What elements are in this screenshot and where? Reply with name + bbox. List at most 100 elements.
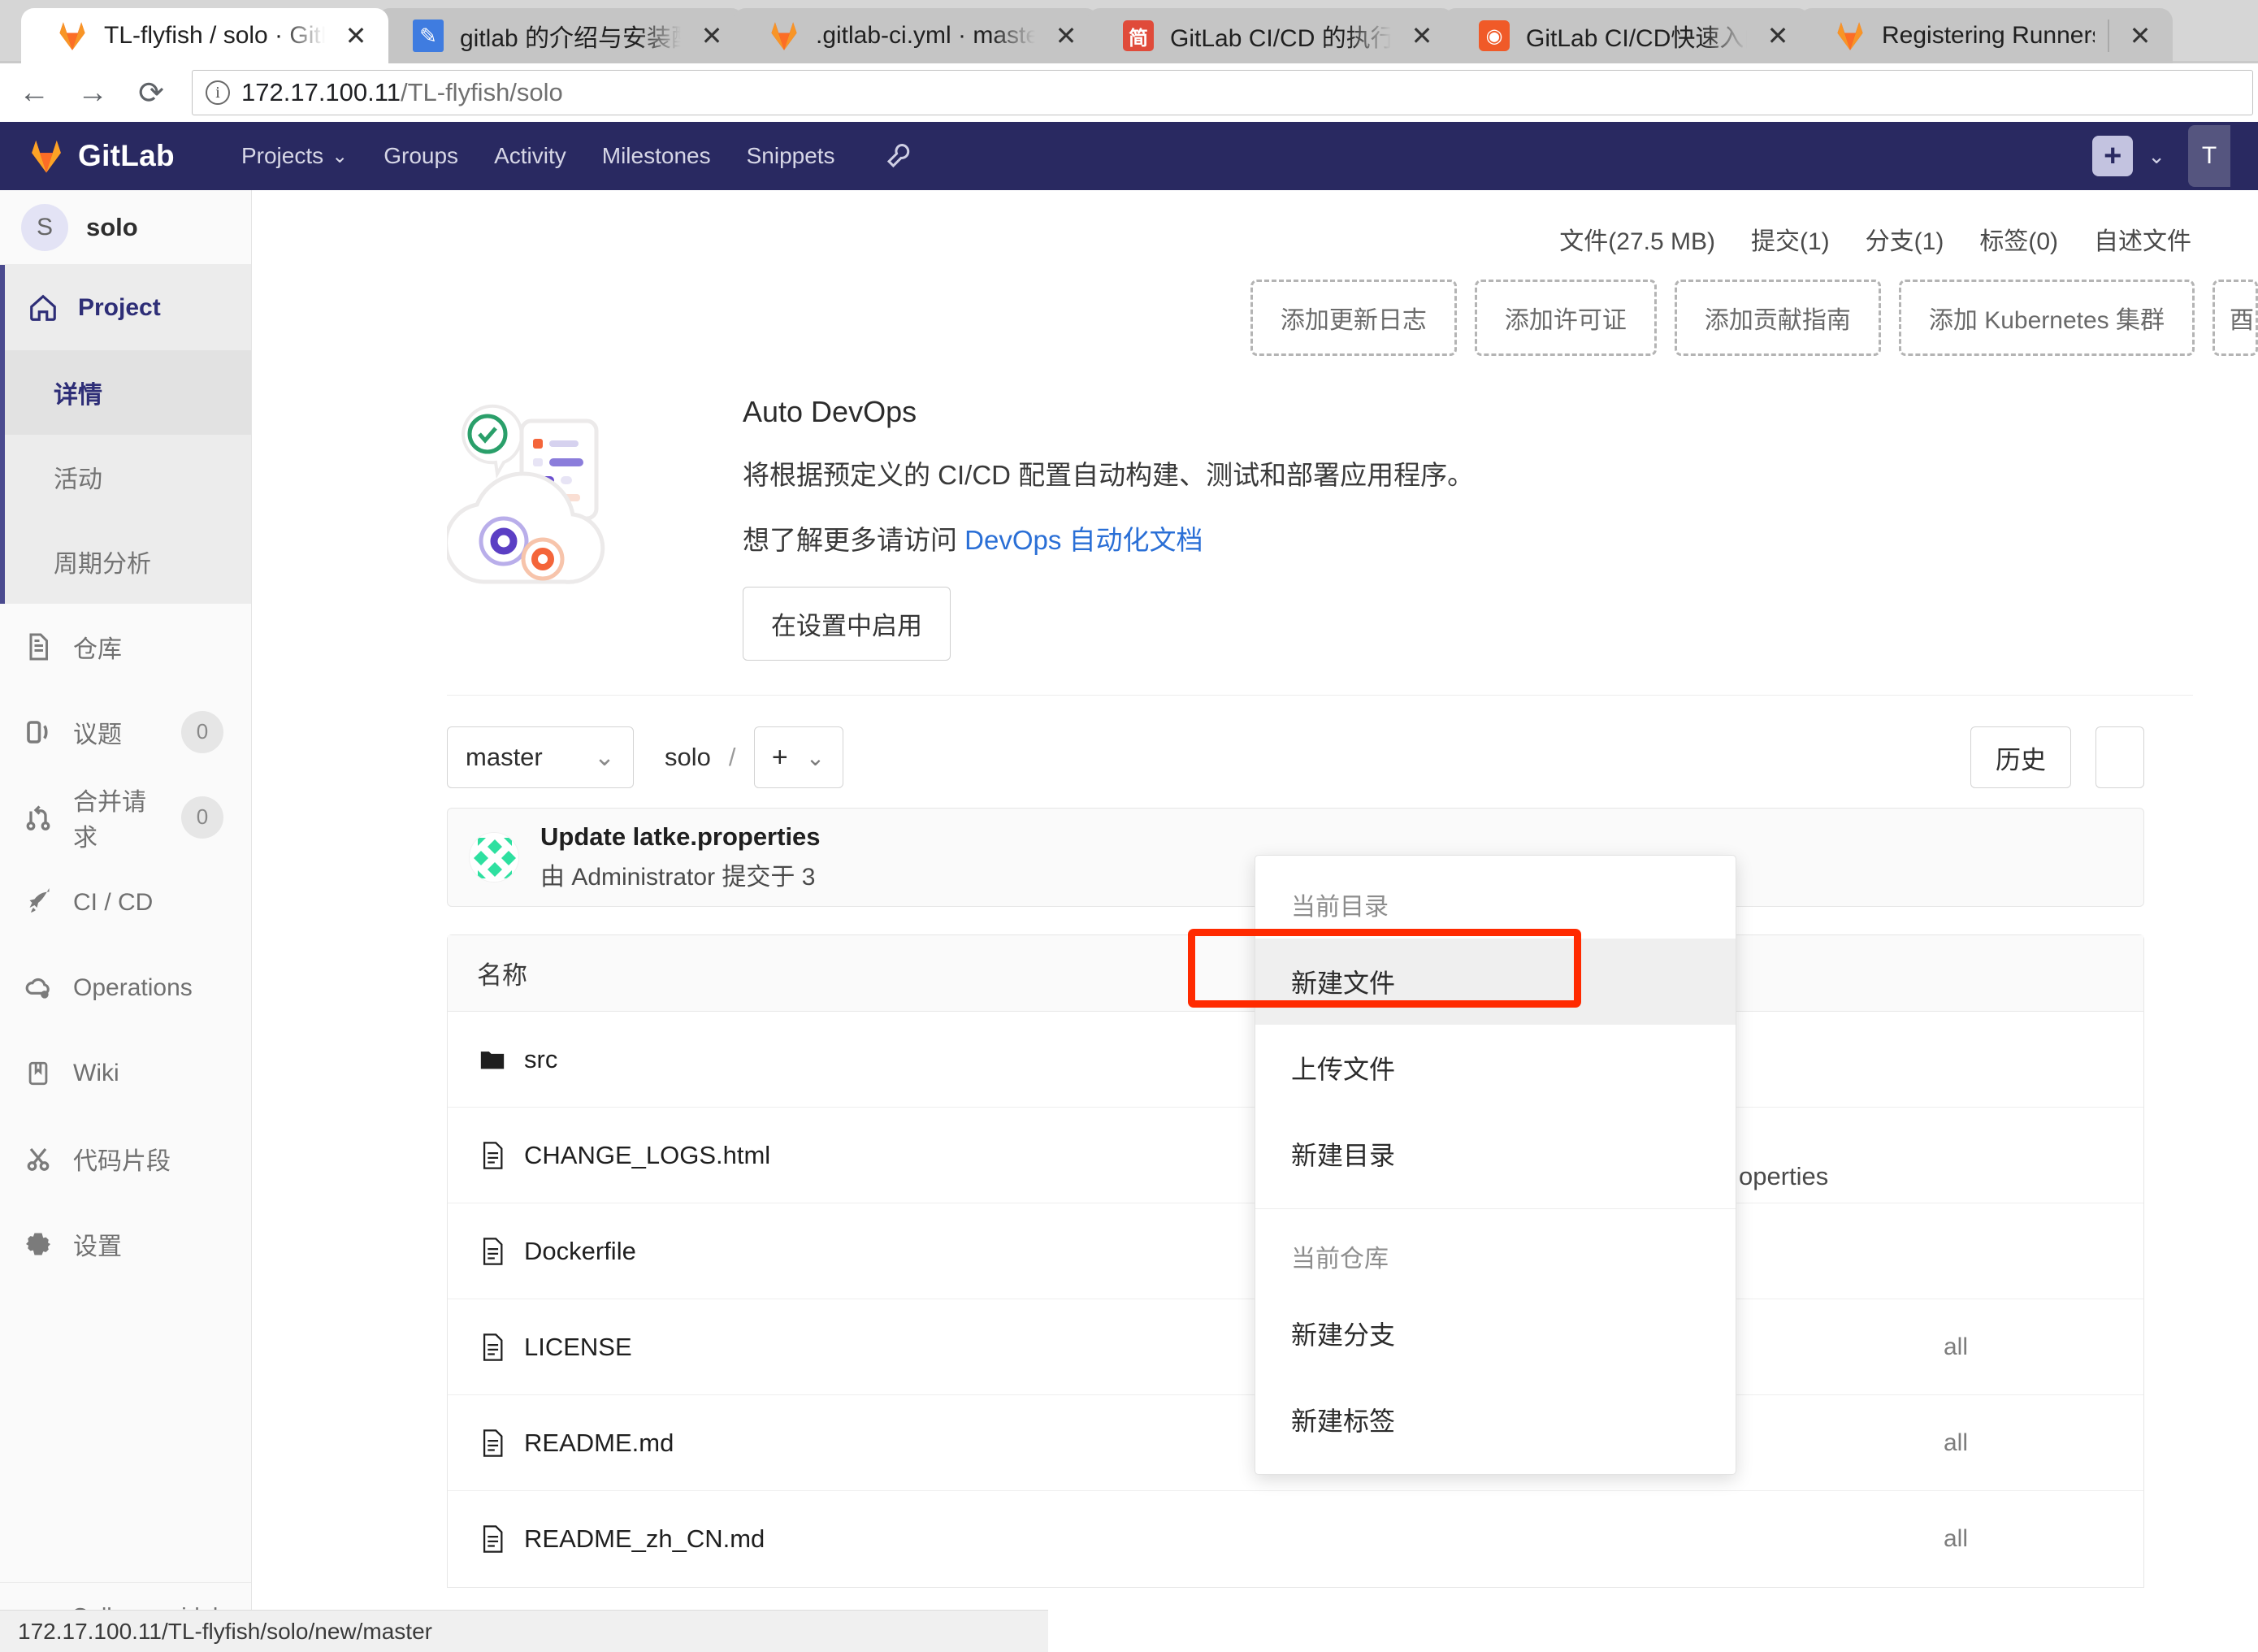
forward-icon[interactable]: → xyxy=(63,63,122,122)
stat-commits[interactable]: 提交(1) xyxy=(1733,221,1848,257)
repo-actions-button[interactable] xyxy=(2095,726,2144,788)
project-avatar: S xyxy=(21,203,68,251)
sidebar-item-details-label: 详情 xyxy=(54,382,102,409)
breadcrumb-root[interactable]: solo xyxy=(665,743,711,772)
jianshu-icon: 简 xyxy=(1120,17,1157,54)
browser-tab-3[interactable]: .gitlab-ci.yml · master ✕ xyxy=(733,8,1099,63)
avatar[interactable]: T xyxy=(2188,125,2230,187)
add-license-button[interactable]: 添加许可证 xyxy=(1474,280,1657,356)
file-icon xyxy=(477,1332,508,1363)
sidebar-item-merge-requests[interactable]: 合并请求 0 xyxy=(0,774,251,860)
close-icon[interactable]: ✕ xyxy=(694,18,730,54)
nav-snippets[interactable]: Snippets xyxy=(729,143,853,169)
table-row[interactable]: README_zh_CN.md all xyxy=(448,1491,2143,1587)
add-kubernetes-cluster-button[interactable]: 添加 Kubernetes 集群 xyxy=(1898,280,2195,356)
browser-tab-title: TL-flyfish / solo · GitLab xyxy=(104,22,325,49)
site-info-icon[interactable]: i xyxy=(206,80,230,105)
sidebar-item-details[interactable]: 详情 xyxy=(5,350,251,435)
file-name: CHANGE_LOGS.html xyxy=(524,1140,771,1169)
browser-tab-5[interactable]: ◉ GitLab CI/CD快速入门 ✕ xyxy=(1443,8,1810,63)
enable-in-settings-button[interactable]: 在设置中启用 xyxy=(743,587,951,661)
sidebar-item-cycle-analytics[interactable]: 周期分析 xyxy=(5,519,251,604)
gitlab-brand-label: GitLab xyxy=(78,139,175,172)
close-icon[interactable]: ✕ xyxy=(2122,18,2158,54)
browser-window: TL-flyfish / solo · GitLab ✕ ✎ gitlab 的介… xyxy=(0,0,2258,1652)
close-icon[interactable]: ✕ xyxy=(1760,18,1796,54)
nav-projects-label: Projects xyxy=(241,143,324,168)
file-commit-message: all xyxy=(1943,1333,1968,1360)
add-contribution-guide-button[interactable]: 添加贡献指南 xyxy=(1674,280,1881,356)
file-commit-message: all xyxy=(1943,1525,1968,1552)
close-icon[interactable]: ✕ xyxy=(1404,18,1440,54)
file-name: LICENSE xyxy=(524,1332,632,1361)
sidebar-item-settings[interactable]: 设置 xyxy=(0,1201,251,1286)
add-changelog-button[interactable]: 添加更新日志 xyxy=(1250,280,1457,356)
chevron-down-icon[interactable]: ⌄ xyxy=(2133,144,2180,169)
new-item-icon[interactable]: + xyxy=(2092,136,2134,176)
sidebar-item-activity[interactable]: 活动 xyxy=(5,435,251,519)
dropdown-item-new-directory[interactable]: 新建目录 xyxy=(1255,1111,1736,1197)
stat-tags[interactable]: 标签(0) xyxy=(1961,221,2076,257)
nav-projects[interactable]: Projects ⌄ xyxy=(223,143,366,169)
gitlab-nav-links: Projects ⌄ Groups Activity Milestones Sn… xyxy=(223,141,931,171)
sidebar-project-header[interactable]: S solo xyxy=(0,190,251,265)
add-to-tree-dropdown-button[interactable]: + ⌄ xyxy=(753,726,843,788)
folder-icon xyxy=(477,1044,508,1075)
home-icon xyxy=(26,291,60,325)
browser-tab-6[interactable]: Registering Runners ✕ xyxy=(1799,8,2173,63)
sidebar-item-settings-label: 设置 xyxy=(73,1233,122,1260)
stat-files[interactable]: 文件(27.5 MB) xyxy=(1541,221,1733,257)
gitlab-logo[interactable]: GitLab xyxy=(28,137,175,175)
browser-tab-title: .gitlab-ci.yml · master xyxy=(816,22,1035,49)
stat-readme[interactable]: 自述文件 xyxy=(2076,221,2209,257)
sidebar-item-project[interactable]: Project xyxy=(5,265,251,350)
browser-tab-4[interactable]: 简 GitLab CI/CD 的执行流 ✕ xyxy=(1087,8,1454,63)
browser-toolbar: ← → ⟳ i 172.17.100.11/TL-flyfish/solo xyxy=(0,63,2258,122)
sidebar-item-repository[interactable]: 仓库 xyxy=(0,604,251,689)
browser-tab-2[interactable]: ✎ gitlab 的介绍与安装配置 ✕ xyxy=(377,8,744,63)
reload-icon[interactable]: ⟳ xyxy=(122,63,180,122)
add-more-button[interactable]: 酉 xyxy=(2212,280,2258,356)
auto-devops-illustration xyxy=(447,387,699,606)
dropdown-divider xyxy=(1255,1208,1736,1209)
branch-selector-label: master xyxy=(466,743,543,771)
wrench-icon[interactable] xyxy=(853,141,931,171)
dropdown-item-new-tag[interactable]: 新建标签 xyxy=(1255,1377,1736,1463)
address-bar[interactable]: i 172.17.100.11/TL-flyfish/solo xyxy=(192,70,2253,115)
merge-request-icon xyxy=(21,800,55,835)
project-name-label: solo xyxy=(86,212,138,241)
file-icon xyxy=(477,1524,508,1554)
url-host: 172.17.100.11 xyxy=(241,78,401,106)
dropdown-item-new-file[interactable]: 新建文件 xyxy=(1255,939,1736,1025)
back-icon[interactable]: ← xyxy=(5,63,63,122)
close-icon[interactable]: ✕ xyxy=(338,18,374,54)
sidebar-item-issues[interactable]: 议题 0 xyxy=(0,689,251,774)
project-sidebar: S solo Project 详情 活动 周期分析 仓库 议题 0 合并请求 0… xyxy=(0,190,252,1652)
nav-activity[interactable]: Activity xyxy=(476,143,584,169)
devops-docs-link[interactable]: DevOps 自动化文档 xyxy=(964,525,1203,555)
sidebar-item-wiki[interactable]: Wiki xyxy=(0,1030,251,1116)
dropdown-item-upload-file[interactable]: 上传文件 xyxy=(1255,1025,1736,1111)
sidebar-item-operations[interactable]: Operations xyxy=(0,945,251,1030)
gitlab-fox-icon xyxy=(1831,17,1869,54)
nav-groups[interactable]: Groups xyxy=(366,143,476,169)
sidebar-item-snippets[interactable]: 代码片段 xyxy=(0,1116,251,1201)
stat-branches[interactable]: 分支(1) xyxy=(1848,221,1962,257)
add-to-tree-dropdown-menu: 当前目录 新建文件 上传文件 新建目录 当前仓库 新建分支 新建标签 xyxy=(1255,855,1736,1475)
dropdown-item-new-branch[interactable]: 新建分支 xyxy=(1255,1290,1736,1377)
sidebar-item-activity-label: 活动 xyxy=(54,466,102,493)
branch-selector[interactable]: master ⌄ xyxy=(447,726,634,788)
browser-tab-1[interactable]: TL-flyfish / solo · GitLab ✕ xyxy=(21,8,388,63)
issues-count-badge: 0 xyxy=(181,710,223,753)
close-icon[interactable]: ✕ xyxy=(1048,18,1084,54)
file-icon xyxy=(477,1140,508,1171)
column-header-name: 名称 xyxy=(477,961,527,990)
orange-site-icon: ◉ xyxy=(1476,17,1513,54)
browser-tab-title: Registering Runners xyxy=(1882,22,2095,49)
nav-milestones[interactable]: Milestones xyxy=(584,143,729,169)
project-cta-buttons: 添加更新日志 添加许可证 添加贡献指南 添加 Kubernetes 集群 酉 xyxy=(252,257,2258,356)
status-bar-url: 172.17.100.11/TL-flyfish/solo/new/master xyxy=(18,1618,432,1644)
commit-message[interactable]: Update latke.properties xyxy=(540,822,821,852)
sidebar-item-cicd[interactable]: CI / CD xyxy=(0,860,251,945)
history-button[interactable]: 历史 xyxy=(1970,726,2071,788)
